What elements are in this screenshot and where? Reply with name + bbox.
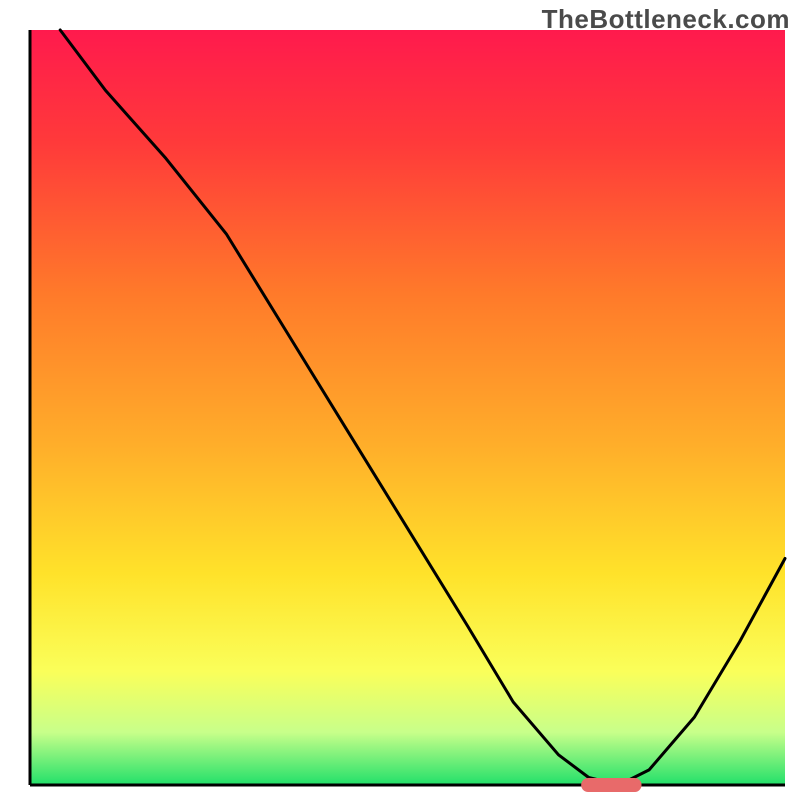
optimal-range-marker bbox=[581, 778, 641, 792]
chart-svg bbox=[0, 0, 800, 800]
plot-background bbox=[30, 30, 785, 785]
chart-container: TheBottleneck.com bbox=[0, 0, 800, 800]
watermark-text: TheBottleneck.com bbox=[542, 4, 790, 35]
